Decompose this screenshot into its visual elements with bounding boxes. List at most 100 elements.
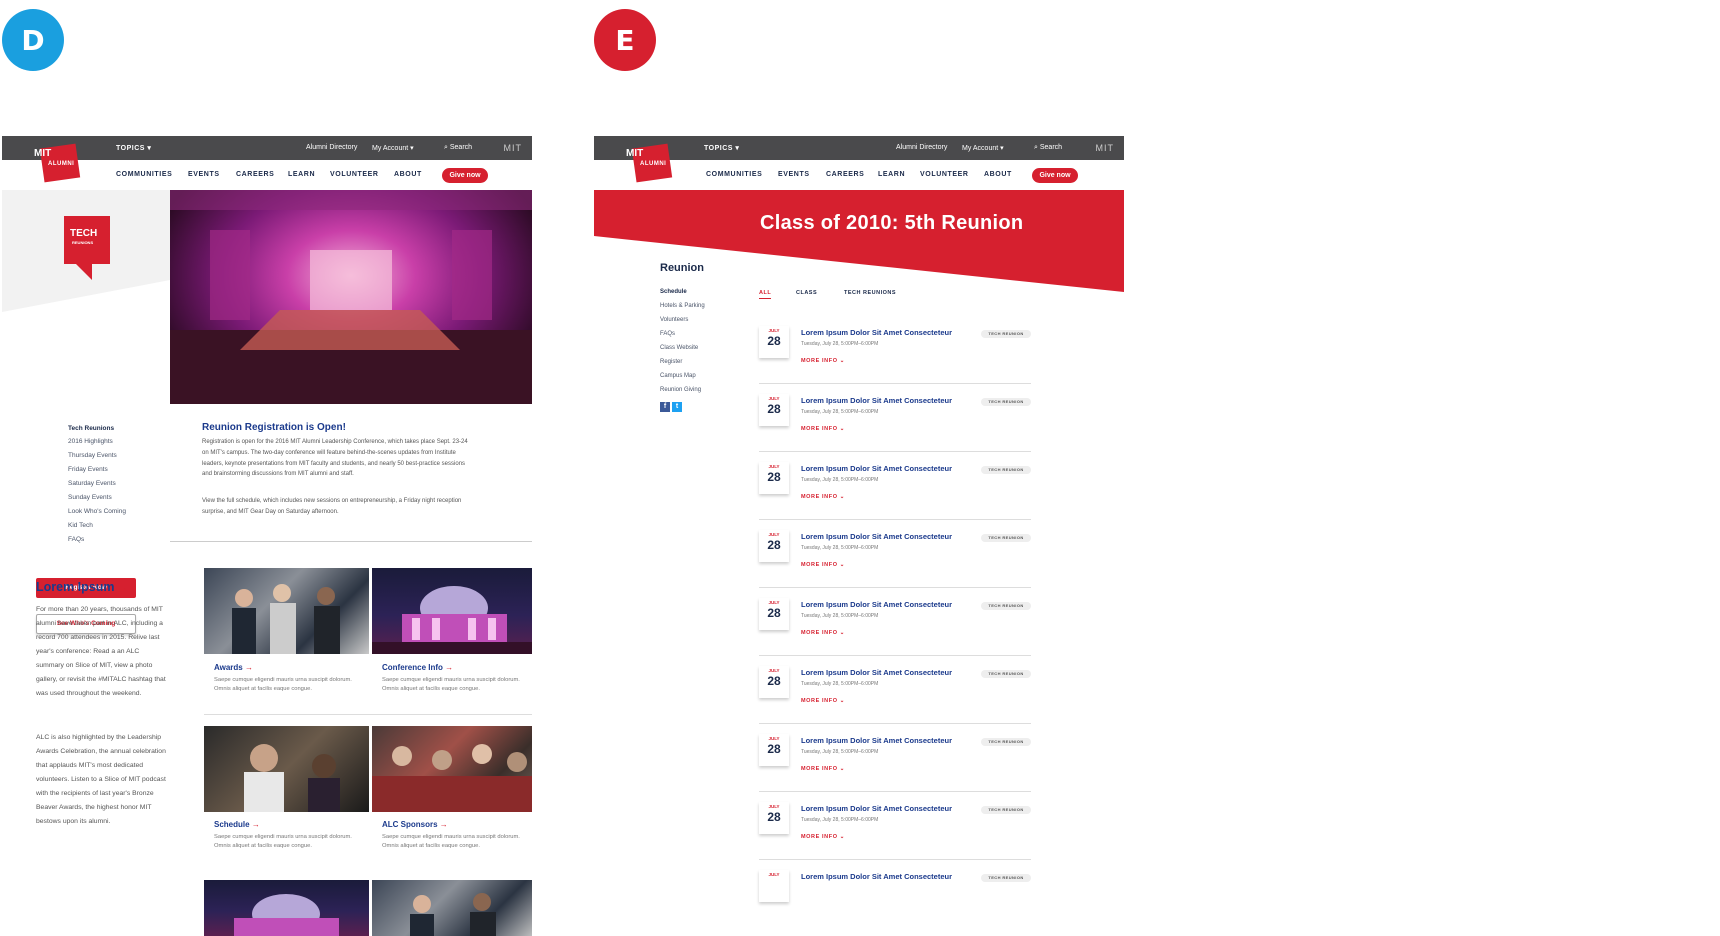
reunion-sidebar-title: Reunion: [660, 262, 704, 274]
alc-sponsors-card-title[interactable]: ALC Sponsors →: [382, 820, 448, 829]
sidebar-item-faqs[interactable]: FAQs: [68, 536, 84, 543]
sidebar-item-campus-map[interactable]: Campus Map: [660, 373, 696, 379]
sidebar-item-thursday-events[interactable]: Thursday Events: [68, 452, 117, 459]
dome-photo[interactable]: [204, 880, 369, 936]
nav-events[interactable]: EVENTS: [188, 171, 220, 178]
sidebar-item-register[interactable]: Register: [660, 359, 682, 365]
topics-menu[interactable]: TOPICS ▾: [704, 144, 739, 152]
event-time: Tuesday, July 28, 5:00PM–6:00PM: [801, 613, 879, 619]
sidebar-item-hotels-parking[interactable]: Hotels & Parking: [660, 303, 705, 309]
event-title[interactable]: Lorem Ipsum Dolor Sit Amet Consecteteur: [801, 600, 952, 609]
more-info-link[interactable]: MORE INFO ⌄: [801, 834, 845, 840]
logo-mit-text: MIT: [34, 148, 52, 159]
event-item[interactable]: JULY 28 Lorem Ipsum Dolor Sit Amet Consect…: [759, 656, 1031, 724]
tab-class[interactable]: CLASS: [796, 290, 817, 296]
nav-careers[interactable]: CAREERS: [236, 171, 274, 178]
sidebar-item-look-whos-coming[interactable]: Look Who's Coming: [68, 508, 126, 515]
event-title[interactable]: Lorem Ipsum Dolor Sit Amet Consecteteur: [801, 804, 952, 813]
event-item[interactable]: JULY 28 Lorem Ipsum Dolor Sit Amet Consect…: [759, 520, 1031, 588]
more-info-link[interactable]: MORE INFO ⌄: [801, 630, 845, 636]
sidebar-item-faqs[interactable]: FAQs: [660, 331, 675, 337]
sidebar-item-tech-reunions[interactable]: Tech Reunions: [68, 425, 114, 432]
sidebar-item-kid-tech[interactable]: Kid Tech: [68, 522, 93, 529]
awards-card-title[interactable]: Awards →: [214, 663, 253, 672]
event-item[interactable]: JULY 28 Lorem Ipsum Dolor Sit Amet Consect…: [759, 588, 1031, 656]
arrow-right-icon: →: [117, 583, 128, 594]
twitter-icon[interactable]: t: [672, 402, 682, 412]
more-info-link[interactable]: MORE INFO ⌄: [801, 494, 845, 500]
sidebar-item-class-website[interactable]: Class Website: [660, 345, 698, 351]
nav-about[interactable]: ABOUT: [394, 171, 422, 178]
facebook-icon[interactable]: f: [660, 402, 670, 412]
event-item[interactable]: JULY 28 Lorem Ipsum Dolor Sit Amet Consect…: [759, 384, 1031, 452]
date-box: JULY 28: [759, 394, 789, 426]
sidebar-item-reunion-giving[interactable]: Reunion Giving: [660, 387, 701, 393]
my-account-menu[interactable]: My Account ▾: [372, 144, 414, 152]
event-title[interactable]: Lorem Ipsum Dolor Sit Amet Consecteteur: [801, 396, 952, 405]
mit-mark-logo: MIT: [1095, 143, 1114, 153]
alumni-directory-link[interactable]: Alumni Directory: [896, 144, 947, 151]
tech-reunions-logo-text: TECH: [70, 228, 98, 239]
event-item[interactable]: JULY 28 Lorem Ipsum Dolor Sit Amet Consect…: [759, 792, 1031, 860]
event-item[interactable]: JULY 28 Lorem Ipsum Dolor Sit Amet Consect…: [759, 724, 1031, 792]
awards-card-text: Saepe cumque eligendi mauris urna suscip…: [214, 677, 352, 692]
schedule-card-title[interactable]: Schedule →: [214, 820, 260, 829]
mockup-e: TOPICS ▾ Alumni Directory My Account ▾ ⌕…: [594, 136, 1124, 936]
search-link[interactable]: ⌕ Search: [1034, 144, 1062, 152]
sidebar-item-friday-events[interactable]: Friday Events: [68, 466, 108, 473]
give-now-button[interactable]: Give now: [442, 168, 488, 183]
arrow-right-icon: →: [439, 820, 448, 829]
nav-careers[interactable]: CAREERS: [826, 171, 864, 178]
alumni-directory-link[interactable]: Alumni Directory: [306, 144, 357, 151]
schedule-photo[interactable]: [204, 726, 369, 812]
date-box: JULY 28: [759, 326, 789, 358]
event-title[interactable]: Lorem Ipsum Dolor Sit Amet Consecteteur: [801, 328, 952, 337]
nav-communities[interactable]: COMMUNITIES: [116, 171, 172, 178]
nav-volunteer[interactable]: VOLUNTEER: [920, 171, 969, 178]
nav-about[interactable]: ABOUT: [984, 171, 1012, 178]
event-title[interactable]: Lorem Ipsum Dolor Sit Amet Consecteteur: [801, 872, 952, 881]
alc-sponsors-photo[interactable]: [372, 726, 532, 812]
tab-tech-reunions[interactable]: TECH REUNIONS: [844, 290, 896, 296]
topics-menu[interactable]: TOPICS ▾: [116, 144, 151, 152]
tech-reunions-logo-subtext: REUNIONS: [72, 240, 94, 245]
tab-all[interactable]: ALL: [759, 290, 772, 299]
nav-volunteer[interactable]: VOLUNTEER: [330, 171, 379, 178]
event-item[interactable]: JULY 28 Lorem Ipsum Dolor Sit Amet Consect…: [759, 316, 1031, 384]
give-now-button[interactable]: Give now: [1032, 168, 1078, 183]
sidebar-item-volunteers[interactable]: Volunteers: [660, 317, 688, 323]
more-info-link[interactable]: MORE INFO ⌄: [801, 766, 845, 772]
more-info-link[interactable]: MORE INFO ⌄: [801, 562, 845, 568]
nav-events[interactable]: EVENTS: [778, 171, 810, 178]
logo-mit-text: MIT: [626, 148, 644, 159]
event-list: JULY 28 Lorem Ipsum Dolor Sit Amet Consect…: [759, 316, 1034, 936]
more-info-link[interactable]: MORE INFO ⌄: [801, 426, 845, 432]
tech-reunions-logo: [64, 216, 110, 280]
registration-title: Reunion Registration is Open!: [202, 422, 346, 433]
event-title[interactable]: Lorem Ipsum Dolor Sit Amet Consecteteur: [801, 668, 952, 677]
event-item[interactable]: JULY Lorem Ipsum Dolor Sit Amet Consectet…: [759, 860, 1031, 928]
more-info-link[interactable]: MORE INFO ⌄: [801, 698, 845, 704]
event-title[interactable]: Lorem Ipsum Dolor Sit Amet Consecteteur: [801, 532, 952, 541]
search-link[interactable]: ⌕ Search: [444, 144, 472, 152]
lorem-ipsum-heading[interactable]: Lorem Ipsum →: [36, 580, 128, 594]
sidebar-item-2016-highlights[interactable]: 2016 Highlights: [68, 438, 113, 445]
event-tag: TECH REUNION: [981, 330, 1031, 338]
date-box: JULY 28: [759, 802, 789, 834]
sidebar-item-saturday-events[interactable]: Saturday Events: [68, 480, 116, 487]
sidebar-item-sunday-events[interactable]: Sunday Events: [68, 494, 112, 501]
sidebar-item-schedule[interactable]: Schedule: [660, 289, 687, 295]
handshake-photo[interactable]: [372, 880, 532, 936]
event-item[interactable]: JULY 28 Lorem Ipsum Dolor Sit Amet Consect…: [759, 452, 1031, 520]
nav-communities[interactable]: COMMUNITIES: [706, 171, 762, 178]
my-account-menu[interactable]: My Account ▾: [962, 144, 1004, 152]
conference-info-photo[interactable]: [372, 568, 532, 654]
nav-learn[interactable]: LEARN: [288, 171, 315, 178]
nav-learn[interactable]: LEARN: [878, 171, 905, 178]
event-title[interactable]: Lorem Ipsum Dolor Sit Amet Consecteteur: [801, 464, 952, 473]
awards-photo[interactable]: [204, 568, 369, 654]
event-time: Tuesday, July 28, 5:00PM–6:00PM: [801, 681, 879, 687]
more-info-link[interactable]: MORE INFO ⌄: [801, 358, 845, 364]
conference-info-card-title[interactable]: Conference Info →: [382, 663, 453, 672]
event-title[interactable]: Lorem Ipsum Dolor Sit Amet Consecteteur: [801, 736, 952, 745]
